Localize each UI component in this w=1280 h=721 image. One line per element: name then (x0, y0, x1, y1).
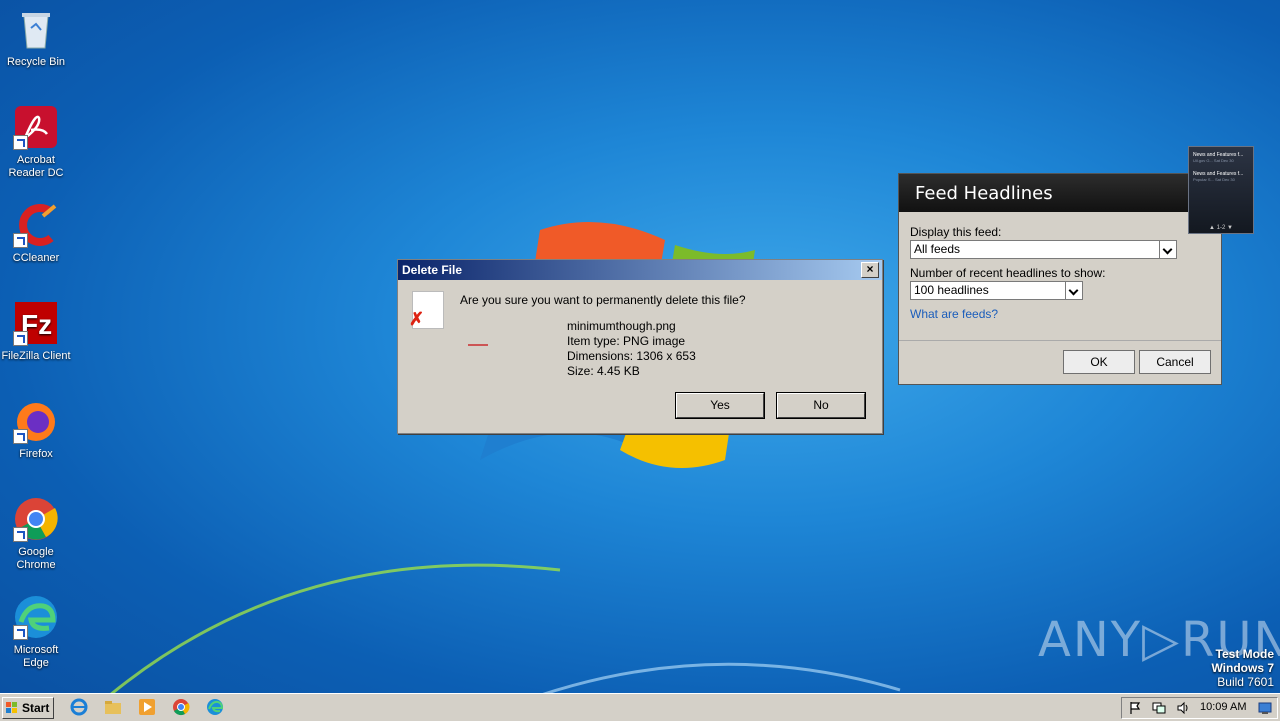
file-delete-icon: ✗ (409, 291, 444, 329)
volume-icon[interactable] (1176, 701, 1190, 715)
desktop-icon-label: Firefox (19, 448, 53, 460)
desktop-icon-acrobat[interactable]: Acrobat Reader DC (0, 104, 72, 180)
desktop-icon-firefox[interactable]: Firefox (0, 398, 72, 461)
file-explorer-icon[interactable] (104, 698, 122, 716)
test-mode-notice: Test Mode Windows 7 Build 7601 (1211, 647, 1274, 689)
desktop-icon-recycle-bin[interactable]: Recycle Bin (0, 6, 72, 69)
windows-version-line: Windows 7 (1211, 661, 1274, 675)
shortcut-arrow-icon (13, 625, 28, 640)
file-name: minimumthough.png (567, 319, 676, 333)
close-button[interactable]: × (861, 262, 879, 278)
desktop-icon-ccleaner[interactable]: CCleaner (0, 202, 72, 265)
taskbar-clock[interactable]: 10:09 AM (1200, 701, 1246, 713)
edge-icon (13, 594, 59, 640)
gadget-headline[interactable]: News and Features f... (1189, 147, 1253, 158)
divider (899, 340, 1221, 341)
feed-dialog-title: Feed Headlines (899, 174, 1221, 212)
desktop-icon-label: Microsoft Edge (13, 644, 59, 669)
start-label: Start (22, 701, 50, 715)
headline-count-select[interactable]: 100 headlines (910, 281, 1083, 300)
recycle-bin-icon (13, 6, 59, 52)
desktop-icon-label: Recycle Bin (6, 56, 66, 68)
dialog-title: Delete File (402, 263, 463, 277)
file-dimensions: Dimensions: 1306 x 653 (567, 349, 696, 363)
test-mode-line: Test Mode (1215, 647, 1274, 661)
desktop-icon-label: Google Chrome (16, 546, 56, 571)
system-tray: 10:09 AM (1121, 697, 1278, 719)
shortcut-arrow-icon (13, 331, 28, 346)
desktop-icon-filezilla[interactable]: Fz FileZilla Client (0, 300, 72, 363)
chrome-icon (13, 496, 59, 542)
acrobat-icon (13, 104, 59, 150)
desktop-icon-label: Acrobat Reader DC (8, 154, 64, 179)
file-thumbnail (468, 344, 488, 346)
network-icon[interactable] (1152, 701, 1166, 715)
filezilla-icon: Fz (13, 300, 59, 346)
start-button[interactable]: Start (2, 697, 54, 719)
desktop-icon-chrome[interactable]: Google Chrome (0, 496, 72, 572)
desktop-icon-label: CCleaner (12, 252, 60, 264)
build-line: Build 7601 (1217, 675, 1274, 689)
dialog-titlebar[interactable]: Delete File × (398, 260, 882, 280)
no-button[interactable]: No (776, 392, 866, 419)
confirmation-question: Are you sure you want to permanently del… (460, 293, 746, 307)
file-details: minimumthough.png Item type: PNG image D… (567, 319, 696, 379)
edge-taskbar-icon[interactable] (206, 698, 224, 716)
taskbar: Start 10:09 AM (0, 693, 1280, 721)
display-feed-label: Display this feed: (910, 225, 1002, 239)
shortcut-arrow-icon (13, 527, 28, 542)
file-size: Size: 4.45 KB (567, 364, 640, 378)
windows-flag-icon (6, 702, 17, 713)
delete-file-dialog: Delete File × ✗ Are you sure you want to… (397, 259, 883, 434)
chevron-down-icon[interactable] (1159, 241, 1176, 258)
chrome-taskbar-icon[interactable] (172, 698, 190, 716)
gadget-page-count: 1-2 (1216, 225, 1226, 231)
file-item-type: Item type: PNG image (567, 334, 686, 348)
media-player-icon[interactable] (138, 698, 156, 716)
display-feed-select[interactable]: All feeds (910, 240, 1177, 259)
cancel-button[interactable]: Cancel (1139, 350, 1211, 374)
gadget-pager[interactable]: ▲ 1-2 ▼ (1189, 225, 1253, 231)
action-center-flag-icon[interactable] (1128, 701, 1142, 715)
headline-count-value: 100 headlines (914, 283, 989, 297)
display-feed-value: All feeds (914, 242, 961, 256)
show-desktop-icon[interactable] (1258, 701, 1272, 715)
gadget-headline-meta: Popular S... Sat Dec 30 (1193, 177, 1235, 182)
feed-headlines-dialog: Feed Headlines Display this feed: All fe… (898, 173, 1222, 385)
ccleaner-icon (13, 202, 59, 248)
internet-explorer-icon[interactable] (70, 698, 88, 716)
gadget-headline[interactable]: News and Features f... (1189, 163, 1253, 177)
headline-count-label: Number of recent headlines to show: (910, 266, 1106, 280)
desktop-icon-edge[interactable]: Microsoft Edge (0, 594, 72, 670)
shortcut-arrow-icon (13, 429, 28, 444)
firefox-icon (13, 398, 59, 444)
ok-button[interactable]: OK (1063, 350, 1135, 374)
shortcut-arrow-icon (13, 233, 28, 248)
what-are-feeds-link[interactable]: What are feeds? (910, 307, 998, 321)
chevron-down-icon[interactable] (1065, 282, 1082, 299)
yes-button[interactable]: Yes (675, 392, 765, 419)
feed-headlines-gadget[interactable]: News and Features f... Uil.gov G... Sat … (1188, 146, 1254, 234)
shortcut-arrow-icon (13, 135, 28, 150)
desktop-icon-label: FileZilla Client (1, 350, 71, 362)
